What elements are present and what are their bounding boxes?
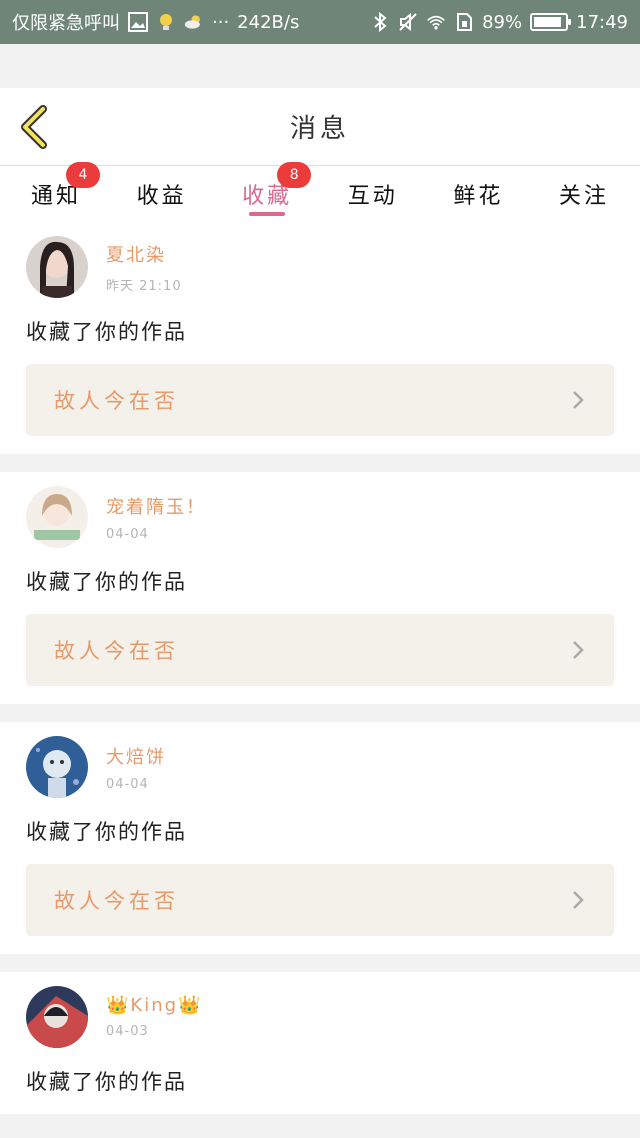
message-tabs: 通知 4 收益 收藏 8 互动 鲜花 关注 xyxy=(0,162,640,222)
action-text: 收藏了你的作品 xyxy=(26,320,187,344)
lightbulb-icon xyxy=(156,12,176,32)
tab-label: 关注 xyxy=(558,184,609,209)
page-title: 消息 xyxy=(289,114,350,144)
timestamp: 04-03 xyxy=(106,1024,149,1039)
active-tab-indicator xyxy=(249,212,286,216)
user-name[interactable]: 宠着隋玉！ xyxy=(106,493,206,519)
tab-label: 鲜花 xyxy=(453,184,504,209)
work-link[interactable]: 故人今在否 xyxy=(26,614,614,686)
timestamp: 04-04 xyxy=(106,526,149,542)
action-text: 收藏了你的作品 xyxy=(26,570,187,594)
chevron-right-icon xyxy=(573,891,584,909)
timestamp: 04-04 xyxy=(106,776,149,792)
tab-interactions[interactable]: 互动 xyxy=(325,166,421,222)
tab-notifications[interactable]: 通知 4 xyxy=(8,162,104,222)
chevron-right-icon xyxy=(573,391,584,409)
avatar[interactable] xyxy=(26,486,88,548)
timestamp: 昨天 21:10 xyxy=(106,278,182,294)
carrier-text: 仅限紧急呼叫 xyxy=(12,13,120,34)
back-button[interactable] xyxy=(14,104,54,150)
tab-label: 收益 xyxy=(136,184,187,209)
list-item: 👑King👑 04-03 收藏了你的作品 xyxy=(0,972,640,1114)
avatar[interactable] xyxy=(26,236,88,298)
battery-icon xyxy=(530,13,572,31)
avatar[interactable] xyxy=(26,736,88,798)
work-title: 故人今在否 xyxy=(54,389,179,413)
user-name[interactable]: 大焙饼 xyxy=(106,743,166,769)
work-title: 故人今在否 xyxy=(54,889,179,913)
net-speed: 242B/s xyxy=(237,11,300,33)
top-nav-bar: 消息 xyxy=(0,88,640,166)
user-name[interactable]: 夏北染 xyxy=(106,241,182,267)
work-link[interactable]: 故人今在否 xyxy=(26,864,614,936)
chevron-right-icon xyxy=(573,641,584,659)
weather-cloud-sun-icon xyxy=(184,12,204,32)
list-item: 大焙饼 04-04 收藏了你的作品 故人今在否 xyxy=(0,722,640,954)
battery-percent: 89% xyxy=(482,11,523,33)
unread-badge: 8 xyxy=(277,162,312,188)
gallery-icon xyxy=(128,12,148,32)
tab-favorites[interactable]: 收藏 8 xyxy=(219,162,315,222)
clock: 17:49 xyxy=(576,11,628,33)
work-link[interactable]: 故人今在否 xyxy=(26,364,614,436)
list-item: 宠着隋玉！ 04-04 收藏了你的作品 故人今在否 xyxy=(0,472,640,704)
more-dots: ··· xyxy=(212,11,230,33)
action-text: 收藏了你的作品 xyxy=(26,820,187,844)
tab-flowers[interactable]: 鲜花 xyxy=(430,166,526,222)
mute-icon xyxy=(398,12,418,32)
avatar[interactable] xyxy=(26,986,88,1048)
sim-icon xyxy=(454,12,474,32)
work-title: 故人今在否 xyxy=(54,639,179,663)
action-text: 收藏了你的作品 xyxy=(26,1070,187,1094)
bluetooth-icon xyxy=(370,12,390,32)
list-item: 夏北染 昨天 21:10 收藏了你的作品 故人今在否 xyxy=(0,222,640,454)
tab-label: 互动 xyxy=(347,184,398,209)
tab-following[interactable]: 关注 xyxy=(536,166,632,222)
wifi-icon xyxy=(426,12,446,32)
unread-badge: 4 xyxy=(66,162,100,188)
status-bar: 仅限紧急呼叫 ··· 242B/s 89% 17:49 xyxy=(0,0,640,44)
tab-earnings[interactable]: 收益 xyxy=(114,166,210,222)
back-arrow-icon xyxy=(21,105,47,149)
message-list: 夏北染 昨天 21:10 收藏了你的作品 故人今在否 宠着隋玉！ 04-04 收… xyxy=(0,222,640,1114)
user-name[interactable]: 👑King👑 xyxy=(106,995,202,1016)
